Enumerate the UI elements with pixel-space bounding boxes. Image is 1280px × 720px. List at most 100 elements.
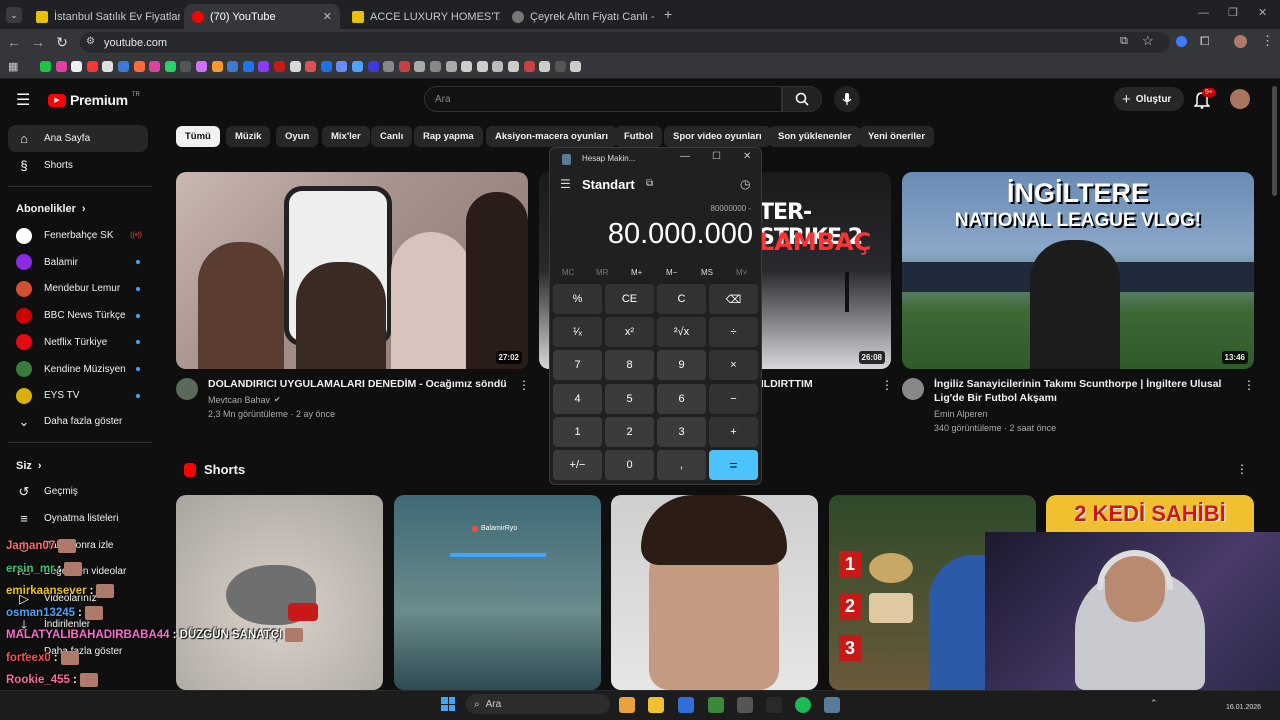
bookmark-favicon-icon[interactable] bbox=[476, 61, 488, 72]
calculator-key[interactable]: CE bbox=[605, 284, 654, 314]
bookmark-favicon-icon[interactable] bbox=[492, 61, 504, 72]
memory-button[interactable]: M− bbox=[666, 268, 677, 277]
bookmark-favicon-icon[interactable] bbox=[149, 61, 161, 72]
calculator-key[interactable]: +/− bbox=[553, 450, 602, 480]
shorts-more-icon[interactable]: ⋮ bbox=[1236, 462, 1248, 476]
video-thumbnail[interactable]: 27:02 bbox=[176, 172, 528, 369]
video-title[interactable]: İngiliz Sanayicilerinin Takımı Scunthorp… bbox=[934, 377, 1238, 405]
tab-search-button[interactable]: ⌄ bbox=[6, 7, 22, 23]
sidebar-item-subscription[interactable]: EYS TV bbox=[8, 382, 148, 409]
notifications-button[interactable]: 9+ bbox=[1192, 88, 1216, 109]
bookmark-favicon-icon[interactable] bbox=[242, 61, 254, 72]
sidebar-item-subscription[interactable]: Mendebur Lemur bbox=[8, 275, 148, 302]
bookmark-favicon-icon[interactable] bbox=[383, 61, 395, 72]
bookmark-favicon-icon[interactable] bbox=[227, 61, 239, 72]
bookmark-favicon-icon[interactable] bbox=[289, 61, 301, 72]
navigation-menu-icon[interactable]: ☰ bbox=[560, 177, 571, 191]
memory-button[interactable]: M˅ bbox=[736, 268, 747, 277]
filter-chip[interactable]: Son yüklenenler bbox=[769, 126, 861, 147]
calculator-key[interactable]: ¹⁄ₓ bbox=[553, 317, 602, 347]
obs-icon[interactable] bbox=[737, 697, 753, 713]
calculator-key[interactable]: 9 bbox=[657, 350, 706, 380]
account-avatar[interactable] bbox=[1230, 89, 1250, 109]
sidebar-item-subscription[interactable]: Netflix Türkiye bbox=[8, 329, 148, 356]
apps-grid-icon[interactable]: ▦ bbox=[8, 60, 18, 73]
sidebar-item-playlists[interactable]: ≡ Oynatma listeleri bbox=[8, 505, 148, 532]
calculator-key[interactable]: = bbox=[709, 450, 758, 480]
chrome-icon[interactable] bbox=[619, 697, 635, 713]
bookmark-favicon-icon[interactable] bbox=[40, 61, 51, 72]
maximize-window-button[interactable]: ☐ bbox=[712, 151, 721, 162]
browser-tab-active[interactable]: (70) YouTube ✕ bbox=[184, 4, 340, 29]
sidebar-item-home[interactable]: ⌂ Ana Sayfa bbox=[8, 125, 148, 152]
sidebar-item-history[interactable]: ↺ Geçmiş bbox=[8, 478, 148, 505]
bookmark-favicon-icon[interactable] bbox=[164, 61, 176, 72]
video-thumbnail[interactable]: İNGİLTERE NATIONAL LEAGUE VLOG! 13:46 bbox=[902, 172, 1254, 369]
search-button[interactable] bbox=[782, 86, 822, 112]
channel-avatar[interactable] bbox=[902, 378, 924, 400]
bookmark-favicon-icon[interactable] bbox=[445, 61, 457, 72]
filter-chip[interactable]: Mix'ler bbox=[322, 126, 370, 147]
bookmark-favicon-icon[interactable] bbox=[523, 61, 535, 72]
calculator-key[interactable]: 8 bbox=[605, 350, 654, 380]
video-more-icon[interactable]: ⋮ bbox=[518, 378, 530, 392]
back-arrow-icon[interactable]: ← bbox=[6, 34, 22, 50]
profile-avatar[interactable] bbox=[1234, 35, 1247, 48]
bookmark-favicon-icon[interactable] bbox=[86, 61, 98, 72]
memory-button[interactable]: MC bbox=[562, 268, 574, 277]
calculator-key[interactable]: 0 bbox=[605, 450, 654, 480]
file-explorer-icon[interactable] bbox=[648, 697, 664, 713]
extension-icon[interactable] bbox=[1176, 36, 1187, 47]
subscriptions-header[interactable]: Abonelikler › bbox=[16, 203, 86, 215]
short-thumbnail[interactable]: BalamirRyo bbox=[394, 495, 601, 690]
url-field[interactable]: youtube.com bbox=[80, 32, 1170, 53]
taskbar-date[interactable]: 16.01.2026 bbox=[1226, 704, 1261, 711]
bookmark-favicon-icon[interactable] bbox=[414, 61, 426, 72]
calculator-key[interactable]: 4 bbox=[553, 384, 602, 414]
bookmark-favicon-icon[interactable] bbox=[55, 61, 67, 72]
voice-search-button[interactable] bbox=[834, 86, 860, 112]
video-title[interactable]: DOLANDIRICI UYGULAMALARI DENEDİM - Ocağı… bbox=[208, 377, 508, 391]
channel-name[interactable]: Emin Alperen bbox=[934, 407, 988, 421]
tray-chevron-icon[interactable]: ⌃ bbox=[1150, 698, 1158, 709]
bookmark-favicon-icon[interactable] bbox=[320, 61, 332, 72]
close-icon[interactable]: ✕ bbox=[323, 10, 332, 23]
video-more-icon[interactable]: ⋮ bbox=[1243, 378, 1255, 392]
site-info-icon[interactable]: ⚙ bbox=[86, 36, 95, 47]
sidebar-item-subscription[interactable]: Fenerbahçe SK ((•)) bbox=[8, 222, 148, 249]
channel-avatar[interactable] bbox=[176, 378, 198, 400]
steam-icon[interactable] bbox=[766, 697, 782, 713]
filter-chip[interactable]: Tümü bbox=[176, 126, 220, 147]
browser-menu-icon[interactable]: ⋮ bbox=[1261, 33, 1274, 49]
bookmark-favicon-icon[interactable] bbox=[554, 61, 566, 72]
calculator-key[interactable]: 5 bbox=[605, 384, 654, 414]
filter-chip[interactable]: Rap yapma bbox=[414, 126, 483, 147]
calculator-key[interactable]: , bbox=[657, 450, 706, 480]
search-input[interactable]: Ara bbox=[424, 86, 782, 112]
sidebar-item-subscription[interactable]: BBC News Türkçe bbox=[8, 302, 148, 329]
calculator-key[interactable]: + bbox=[709, 417, 758, 447]
calculator-key[interactable]: ÷ bbox=[709, 317, 758, 347]
youtube-logo[interactable]: ▶ Premium TR bbox=[48, 92, 140, 108]
short-thumbnail[interactable] bbox=[176, 495, 383, 690]
bookmark-favicon-icon[interactable] bbox=[430, 61, 441, 72]
bookmark-favicon-icon[interactable] bbox=[398, 61, 410, 72]
calculator-key[interactable]: − bbox=[709, 384, 758, 414]
calculator-key[interactable]: C bbox=[657, 284, 706, 314]
bookmark-favicon-icon[interactable] bbox=[196, 61, 207, 72]
memory-button[interactable]: MR bbox=[596, 268, 608, 277]
calculator-key[interactable]: × bbox=[709, 350, 758, 380]
history-icon[interactable]: ◷ bbox=[740, 177, 750, 191]
bookmark-favicon-icon[interactable] bbox=[461, 61, 473, 72]
taskbar-search-box[interactable]: ⌕ Ara bbox=[466, 694, 610, 714]
memory-button[interactable]: M+ bbox=[631, 268, 642, 277]
calculator-key[interactable]: x² bbox=[605, 317, 654, 347]
bookmark-star-icon[interactable]: ☆ bbox=[1142, 33, 1154, 49]
minimize-window-button[interactable]: — bbox=[1198, 7, 1209, 19]
calculator-key[interactable]: 6 bbox=[657, 384, 706, 414]
bookmark-favicon-icon[interactable] bbox=[71, 61, 83, 72]
calculator-key[interactable]: % bbox=[553, 284, 602, 314]
calculator-key[interactable]: ⌫ bbox=[709, 284, 758, 314]
bookmark-favicon-icon[interactable] bbox=[508, 61, 519, 72]
sidebar-item-shorts[interactable]: § Shorts bbox=[8, 152, 148, 179]
